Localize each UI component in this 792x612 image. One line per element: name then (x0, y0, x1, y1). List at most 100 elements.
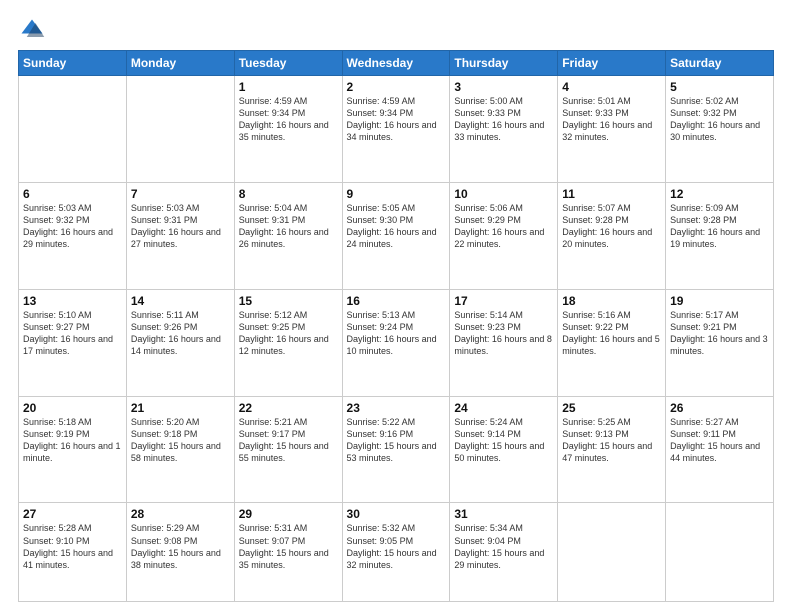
calendar-cell (126, 76, 234, 183)
calendar-cell: 6Sunrise: 5:03 AM Sunset: 9:32 PM Daylig… (19, 182, 127, 289)
week-row-5: 27Sunrise: 5:28 AM Sunset: 9:10 PM Dayli… (19, 503, 774, 602)
day-info: Sunrise: 5:04 AM Sunset: 9:31 PM Dayligh… (239, 202, 338, 251)
day-number: 16 (347, 294, 446, 308)
day-number: 31 (454, 507, 553, 521)
weekday-header-wednesday: Wednesday (342, 51, 450, 76)
day-number: 3 (454, 80, 553, 94)
page: SundayMondayTuesdayWednesdayThursdayFrid… (0, 0, 792, 612)
day-info: Sunrise: 5:03 AM Sunset: 9:31 PM Dayligh… (131, 202, 230, 251)
day-info: Sunrise: 5:28 AM Sunset: 9:10 PM Dayligh… (23, 522, 122, 571)
day-number: 20 (23, 401, 122, 415)
day-info: Sunrise: 5:24 AM Sunset: 9:14 PM Dayligh… (454, 416, 553, 465)
day-number: 29 (239, 507, 338, 521)
calendar-cell: 8Sunrise: 5:04 AM Sunset: 9:31 PM Daylig… (234, 182, 342, 289)
calendar-cell: 23Sunrise: 5:22 AM Sunset: 9:16 PM Dayli… (342, 396, 450, 503)
day-info: Sunrise: 5:18 AM Sunset: 9:19 PM Dayligh… (23, 416, 122, 465)
calendar-cell: 25Sunrise: 5:25 AM Sunset: 9:13 PM Dayli… (558, 396, 666, 503)
calendar-cell: 13Sunrise: 5:10 AM Sunset: 9:27 PM Dayli… (19, 289, 127, 396)
calendar-cell: 18Sunrise: 5:16 AM Sunset: 9:22 PM Dayli… (558, 289, 666, 396)
day-info: Sunrise: 5:29 AM Sunset: 9:08 PM Dayligh… (131, 522, 230, 571)
day-info: Sunrise: 5:03 AM Sunset: 9:32 PM Dayligh… (23, 202, 122, 251)
calendar-cell: 20Sunrise: 5:18 AM Sunset: 9:19 PM Dayli… (19, 396, 127, 503)
day-info: Sunrise: 5:10 AM Sunset: 9:27 PM Dayligh… (23, 309, 122, 358)
day-number: 28 (131, 507, 230, 521)
day-info: Sunrise: 5:21 AM Sunset: 9:17 PM Dayligh… (239, 416, 338, 465)
day-number: 6 (23, 187, 122, 201)
calendar-cell: 27Sunrise: 5:28 AM Sunset: 9:10 PM Dayli… (19, 503, 127, 602)
weekday-header-thursday: Thursday (450, 51, 558, 76)
weekday-header-saturday: Saturday (666, 51, 774, 76)
day-number: 22 (239, 401, 338, 415)
calendar-cell: 14Sunrise: 5:11 AM Sunset: 9:26 PM Dayli… (126, 289, 234, 396)
day-number: 21 (131, 401, 230, 415)
calendar-cell: 10Sunrise: 5:06 AM Sunset: 9:29 PM Dayli… (450, 182, 558, 289)
day-number: 24 (454, 401, 553, 415)
day-number: 12 (670, 187, 769, 201)
calendar-cell (19, 76, 127, 183)
calendar-cell: 4Sunrise: 5:01 AM Sunset: 9:33 PM Daylig… (558, 76, 666, 183)
day-info: Sunrise: 4:59 AM Sunset: 9:34 PM Dayligh… (347, 95, 446, 144)
day-number: 10 (454, 187, 553, 201)
calendar-cell: 1Sunrise: 4:59 AM Sunset: 9:34 PM Daylig… (234, 76, 342, 183)
day-number: 15 (239, 294, 338, 308)
day-number: 5 (670, 80, 769, 94)
calendar-cell: 12Sunrise: 5:09 AM Sunset: 9:28 PM Dayli… (666, 182, 774, 289)
week-row-1: 1Sunrise: 4:59 AM Sunset: 9:34 PM Daylig… (19, 76, 774, 183)
calendar-cell: 19Sunrise: 5:17 AM Sunset: 9:21 PM Dayli… (666, 289, 774, 396)
calendar-cell (666, 503, 774, 602)
day-info: Sunrise: 5:22 AM Sunset: 9:16 PM Dayligh… (347, 416, 446, 465)
day-number: 23 (347, 401, 446, 415)
calendar-cell: 2Sunrise: 4:59 AM Sunset: 9:34 PM Daylig… (342, 76, 450, 183)
weekday-header-tuesday: Tuesday (234, 51, 342, 76)
calendar-cell: 26Sunrise: 5:27 AM Sunset: 9:11 PM Dayli… (666, 396, 774, 503)
calendar-cell: 7Sunrise: 5:03 AM Sunset: 9:31 PM Daylig… (126, 182, 234, 289)
calendar-cell: 24Sunrise: 5:24 AM Sunset: 9:14 PM Dayli… (450, 396, 558, 503)
header (18, 16, 774, 44)
calendar-cell: 21Sunrise: 5:20 AM Sunset: 9:18 PM Dayli… (126, 396, 234, 503)
day-info: Sunrise: 5:14 AM Sunset: 9:23 PM Dayligh… (454, 309, 553, 358)
day-info: Sunrise: 5:07 AM Sunset: 9:28 PM Dayligh… (562, 202, 661, 251)
day-info: Sunrise: 5:01 AM Sunset: 9:33 PM Dayligh… (562, 95, 661, 144)
day-number: 8 (239, 187, 338, 201)
day-info: Sunrise: 5:06 AM Sunset: 9:29 PM Dayligh… (454, 202, 553, 251)
day-info: Sunrise: 5:25 AM Sunset: 9:13 PM Dayligh… (562, 416, 661, 465)
day-info: Sunrise: 5:00 AM Sunset: 9:33 PM Dayligh… (454, 95, 553, 144)
week-row-2: 6Sunrise: 5:03 AM Sunset: 9:32 PM Daylig… (19, 182, 774, 289)
day-number: 14 (131, 294, 230, 308)
day-info: Sunrise: 5:16 AM Sunset: 9:22 PM Dayligh… (562, 309, 661, 358)
day-info: Sunrise: 4:59 AM Sunset: 9:34 PM Dayligh… (239, 95, 338, 144)
calendar-cell (558, 503, 666, 602)
day-info: Sunrise: 5:31 AM Sunset: 9:07 PM Dayligh… (239, 522, 338, 571)
day-info: Sunrise: 5:20 AM Sunset: 9:18 PM Dayligh… (131, 416, 230, 465)
day-info: Sunrise: 5:12 AM Sunset: 9:25 PM Dayligh… (239, 309, 338, 358)
day-number: 13 (23, 294, 122, 308)
day-info: Sunrise: 5:09 AM Sunset: 9:28 PM Dayligh… (670, 202, 769, 251)
day-info: Sunrise: 5:13 AM Sunset: 9:24 PM Dayligh… (347, 309, 446, 358)
day-number: 1 (239, 80, 338, 94)
logo (18, 16, 50, 44)
weekday-header-row: SundayMondayTuesdayWednesdayThursdayFrid… (19, 51, 774, 76)
day-number: 25 (562, 401, 661, 415)
day-number: 17 (454, 294, 553, 308)
calendar-cell: 22Sunrise: 5:21 AM Sunset: 9:17 PM Dayli… (234, 396, 342, 503)
calendar-cell: 29Sunrise: 5:31 AM Sunset: 9:07 PM Dayli… (234, 503, 342, 602)
week-row-4: 20Sunrise: 5:18 AM Sunset: 9:19 PM Dayli… (19, 396, 774, 503)
day-info: Sunrise: 5:34 AM Sunset: 9:04 PM Dayligh… (454, 522, 553, 571)
day-number: 2 (347, 80, 446, 94)
calendar-cell: 17Sunrise: 5:14 AM Sunset: 9:23 PM Dayli… (450, 289, 558, 396)
day-number: 19 (670, 294, 769, 308)
week-row-3: 13Sunrise: 5:10 AM Sunset: 9:27 PM Dayli… (19, 289, 774, 396)
calendar-cell: 16Sunrise: 5:13 AM Sunset: 9:24 PM Dayli… (342, 289, 450, 396)
calendar-cell: 9Sunrise: 5:05 AM Sunset: 9:30 PM Daylig… (342, 182, 450, 289)
calendar-cell: 3Sunrise: 5:00 AM Sunset: 9:33 PM Daylig… (450, 76, 558, 183)
calendar-cell: 28Sunrise: 5:29 AM Sunset: 9:08 PM Dayli… (126, 503, 234, 602)
day-info: Sunrise: 5:27 AM Sunset: 9:11 PM Dayligh… (670, 416, 769, 465)
day-number: 30 (347, 507, 446, 521)
weekday-header-monday: Monday (126, 51, 234, 76)
calendar-cell: 5Sunrise: 5:02 AM Sunset: 9:32 PM Daylig… (666, 76, 774, 183)
day-info: Sunrise: 5:17 AM Sunset: 9:21 PM Dayligh… (670, 309, 769, 358)
day-number: 7 (131, 187, 230, 201)
weekday-header-sunday: Sunday (19, 51, 127, 76)
calendar-cell: 11Sunrise: 5:07 AM Sunset: 9:28 PM Dayli… (558, 182, 666, 289)
day-number: 9 (347, 187, 446, 201)
